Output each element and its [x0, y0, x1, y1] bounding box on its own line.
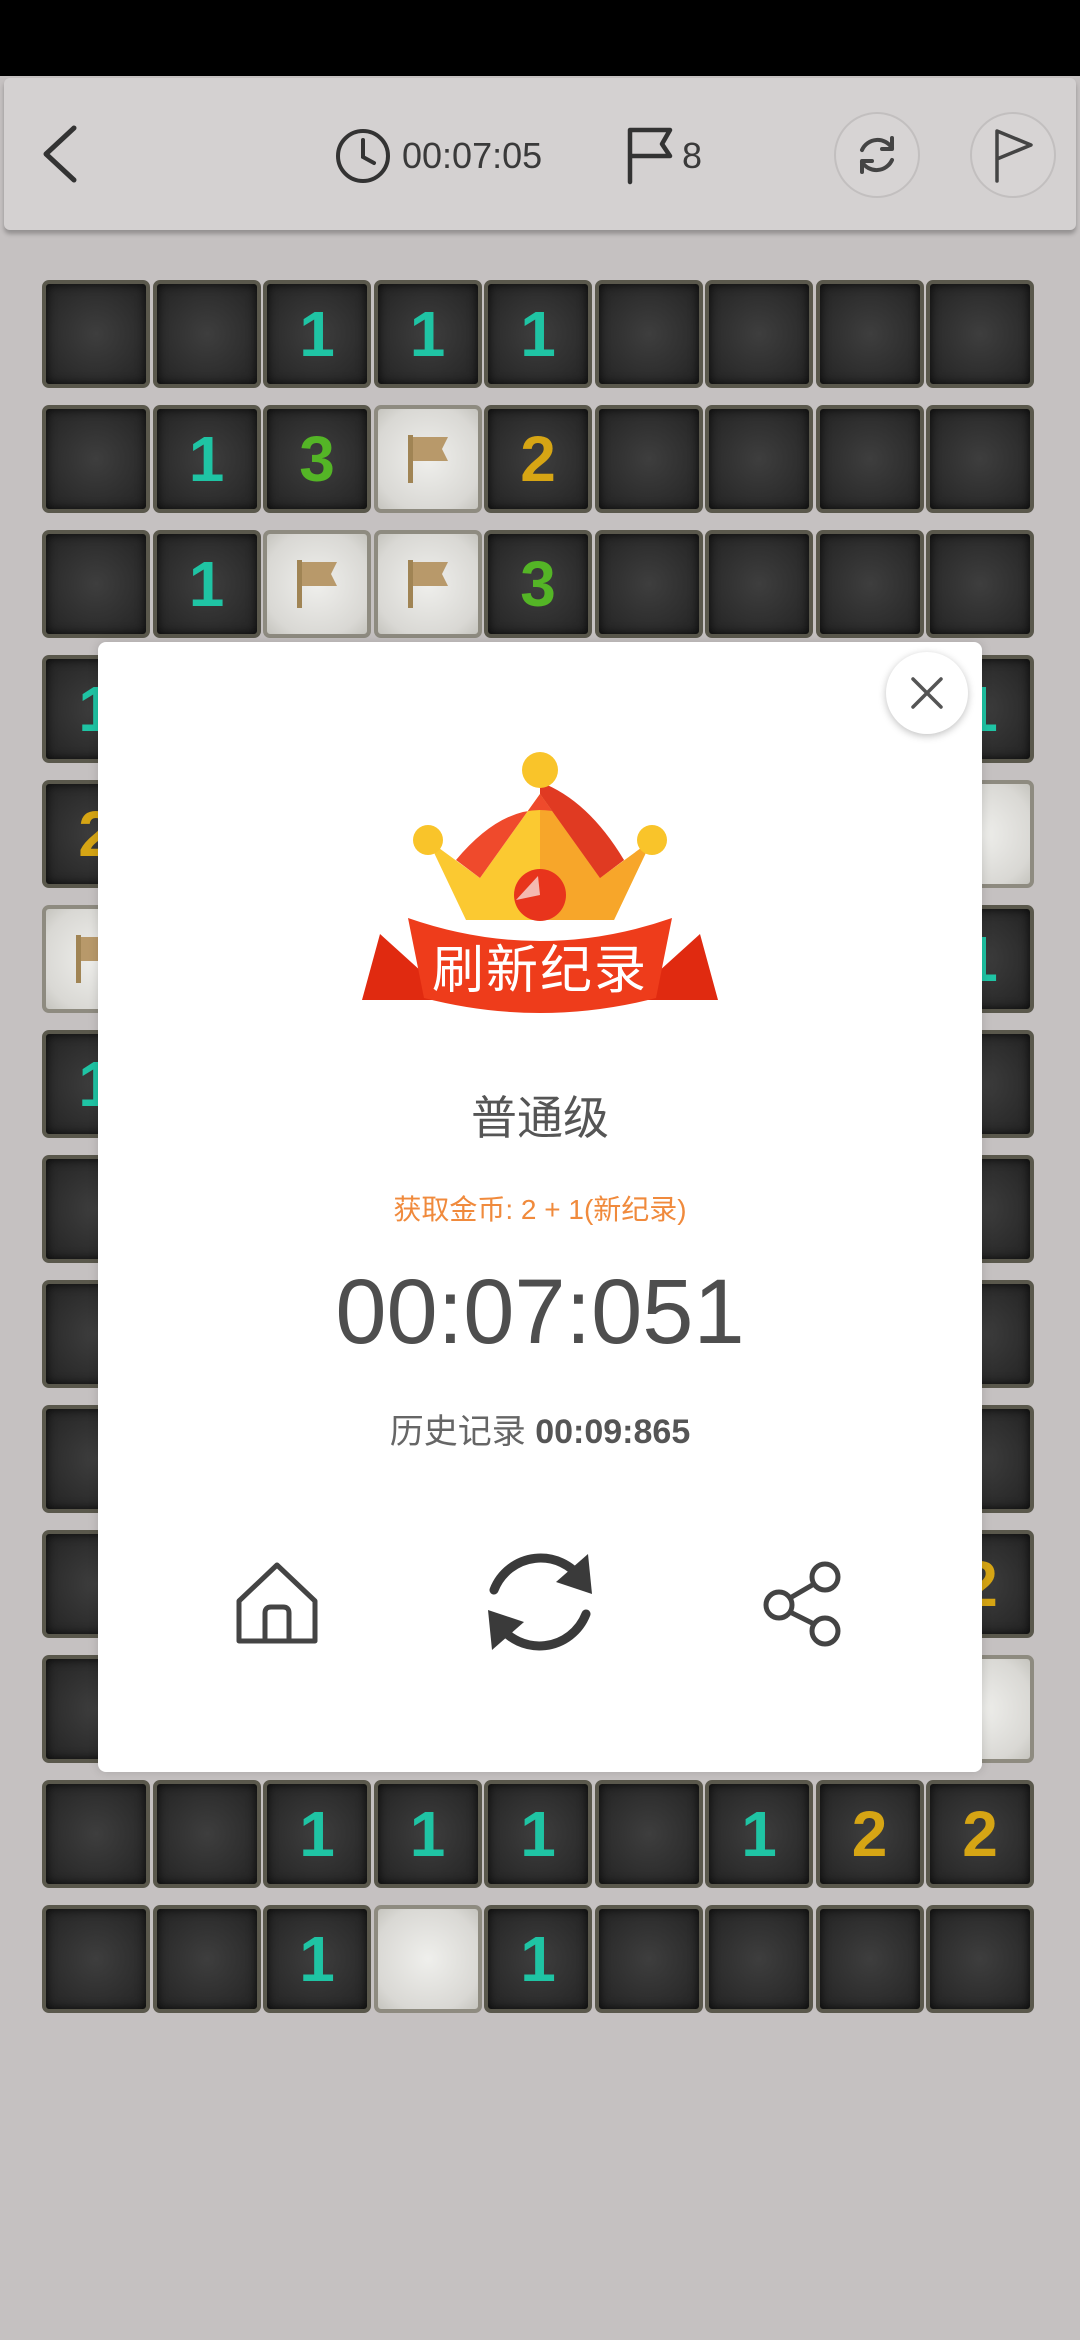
home-icon: [236, 1562, 318, 1644]
revealed-cell[interactable]: [373, 1905, 482, 2013]
flag-counter: 8: [622, 124, 702, 188]
coins-earned: 获取金币: 2 + 1(新纪录): [393, 1194, 687, 1225]
hidden-cell[interactable]: [705, 530, 813, 638]
hidden-cell[interactable]: [926, 405, 1034, 513]
chevron-left-icon: [43, 125, 77, 183]
close-icon: [911, 677, 943, 709]
flag-marker-icon: [407, 435, 448, 483]
hidden-cell[interactable]: [42, 280, 150, 388]
game-timer: 00:07:05: [334, 128, 542, 184]
number-cell[interactable]: 1: [263, 1905, 371, 2013]
hidden-cell[interactable]: [152, 1905, 261, 2013]
flag-mode-button[interactable]: [970, 112, 1056, 198]
cell-number: 1: [299, 1798, 335, 1870]
hidden-cell[interactable]: [815, 1905, 924, 2013]
play-again-button[interactable]: [468, 1530, 612, 1674]
hidden-cell[interactable]: [42, 1780, 150, 1888]
number-cell[interactable]: 1: [373, 280, 482, 388]
restart-button[interactable]: [834, 112, 920, 198]
hidden-cell[interactable]: [594, 405, 703, 513]
number-cell[interactable]: 1: [152, 405, 261, 513]
status-bar: [0, 0, 1080, 76]
number-cell[interactable]: 2: [926, 1780, 1034, 1888]
number-cell[interactable]: 3: [263, 405, 371, 513]
cell-number: 1: [188, 548, 225, 620]
cell-number: 1: [741, 1798, 777, 1870]
cell-number: 1: [409, 1798, 446, 1870]
cell-number: 2: [851, 1798, 888, 1870]
flagged-cell[interactable]: [263, 530, 371, 638]
number-cell[interactable]: 1: [484, 1780, 592, 1888]
hidden-cell[interactable]: [705, 405, 813, 513]
hidden-cell[interactable]: [926, 530, 1034, 638]
history-time: 00:09:865: [535, 1413, 691, 1451]
result-time: 00:07:051: [335, 1261, 745, 1363]
cell-number: 1: [299, 298, 335, 370]
refresh-icon: [860, 136, 894, 174]
cell-number: 3: [520, 548, 556, 620]
cell-number: 1: [520, 1923, 556, 1995]
number-cell[interactable]: 1: [263, 280, 371, 388]
back-button[interactable]: [24, 108, 96, 200]
cell-number: 2: [520, 423, 556, 495]
flag-icon: [627, 127, 673, 185]
number-cell[interactable]: 1: [263, 1780, 371, 1888]
flagged-cell[interactable]: [373, 530, 482, 638]
hidden-cell[interactable]: [594, 1905, 703, 2013]
hidden-cell[interactable]: [926, 1905, 1034, 2013]
flag-outline-icon: [995, 129, 1033, 183]
timer-value: 00:07:05: [402, 135, 543, 176]
refresh-icon: [488, 1553, 592, 1651]
hidden-cell[interactable]: [594, 280, 703, 388]
flags-remaining: 8: [682, 135, 703, 176]
hidden-cell[interactable]: [42, 405, 150, 513]
number-cell[interactable]: 1: [484, 280, 592, 388]
cell-number: 3: [299, 423, 335, 495]
hidden-cell[interactable]: [42, 530, 150, 638]
top-toolbar: 00:07:05 8: [4, 78, 1076, 230]
close-button[interactable]: [886, 652, 968, 734]
cell-number: 1: [409, 298, 446, 370]
hidden-cell[interactable]: [815, 530, 924, 638]
number-cell[interactable]: 2: [815, 1780, 924, 1888]
flag-marker-icon: [407, 560, 448, 608]
clock-icon: [336, 129, 390, 183]
share-button[interactable]: [748, 1548, 858, 1658]
hidden-cell[interactable]: [705, 280, 813, 388]
number-cell[interactable]: 3: [484, 530, 592, 638]
number-cell[interactable]: 1: [705, 1780, 813, 1888]
hidden-cell[interactable]: [152, 1780, 261, 1888]
hidden-cell[interactable]: [815, 405, 924, 513]
cell-number: 1: [188, 423, 225, 495]
cell-number: 1: [520, 1798, 556, 1870]
flag-marker-icon: [297, 560, 337, 608]
number-cell[interactable]: 1: [373, 1780, 482, 1888]
cell-number: 2: [962, 1798, 998, 1870]
home-button[interactable]: [222, 1548, 332, 1658]
hidden-cell[interactable]: [42, 1905, 150, 2013]
hidden-cell[interactable]: [152, 280, 261, 388]
number-cell[interactable]: 1: [484, 1905, 592, 2013]
cell-number: 1: [520, 298, 556, 370]
history-label: 历史记录: [389, 1413, 526, 1451]
new-record-badge: 刷新纪录: [338, 710, 742, 1020]
hidden-cell[interactable]: [926, 280, 1034, 388]
hidden-cell[interactable]: [815, 280, 924, 388]
badge-label: 刷新纪录: [431, 941, 648, 1001]
number-cell[interactable]: 1: [152, 530, 261, 638]
record-dialog: 刷新纪录 普通级 获取金币: 2 + 1(新纪录) 00:07:051 历史记录…: [98, 642, 982, 1772]
share-icon: [763, 1561, 841, 1647]
hidden-cell[interactable]: [705, 1905, 813, 2013]
history-record: 历史记录 00:09:865: [98, 1404, 982, 1453]
hidden-cell[interactable]: [594, 1780, 703, 1888]
hidden-cell[interactable]: [594, 530, 703, 638]
number-cell[interactable]: 2: [484, 405, 592, 513]
cell-number: 1: [299, 1923, 335, 1995]
flagged-cell[interactable]: [373, 405, 482, 513]
difficulty-level: 普通级: [471, 1092, 609, 1144]
